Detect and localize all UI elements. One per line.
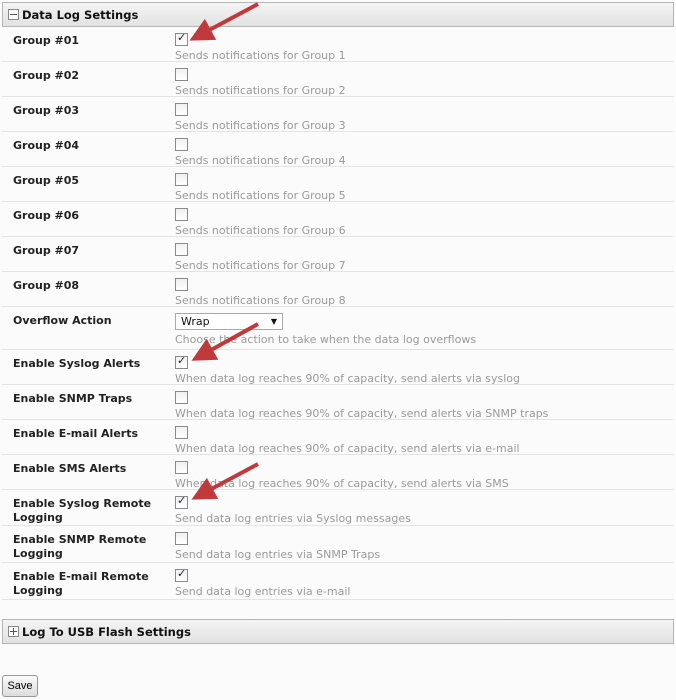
section-title: Data Log Settings	[22, 7, 139, 22]
setting-label: Group #08	[13, 279, 80, 292]
setting-description: Send data log entries via SNMP Traps	[175, 548, 381, 561]
setting-description: Choose the action to take when the data …	[175, 333, 477, 346]
dropdown-arrow-icon: ▼	[270, 317, 277, 326]
setting-checkbox[interactable]	[175, 426, 188, 439]
setting-label: Group #02	[13, 69, 80, 82]
setting-checkbox[interactable]	[175, 243, 188, 256]
setting-description: When data log reaches 90% of capacity, s…	[175, 407, 549, 420]
setting-row: Group #05 Sends notifications for Group …	[2, 167, 674, 202]
section-title: Log To USB Flash Settings	[22, 624, 191, 639]
setting-row: Enable SNMP Traps When data log reaches …	[2, 385, 674, 420]
setting-row: Enable E-mail Alerts When data log reach…	[2, 420, 674, 455]
setting-checkbox[interactable]	[175, 567, 188, 582]
setting-label: Overflow Action	[13, 314, 112, 327]
setting-description: Sends notifications for Group 7	[175, 259, 346, 272]
setting-label: Enable Syslog Alerts	[13, 357, 141, 370]
setting-row: Enable Syslog Remote Logging Send data l…	[2, 490, 674, 526]
setting-description: When data log reaches 90% of capacity, s…	[175, 477, 509, 490]
setting-row: Enable Syslog Alerts When data log reach…	[2, 350, 674, 385]
setting-description: Sends notifications for Group 8	[175, 294, 346, 307]
setting-label: Group #06	[13, 209, 80, 222]
usb-flash-settings-header[interactable]: Log To USB Flash Settings	[2, 619, 674, 644]
setting-label: Group #03	[13, 104, 80, 117]
setting-row: Group #04 Sends notifications for Group …	[2, 132, 674, 167]
setting-label: Enable Syslog Remote Logging	[13, 497, 152, 524]
setting-checkbox[interactable]	[175, 31, 188, 46]
setting-checkbox[interactable]	[175, 532, 188, 545]
save-button[interactable]: Save	[2, 675, 38, 697]
setting-checkbox[interactable]	[175, 391, 188, 404]
setting-row: Group #07 Sends notifications for Group …	[2, 237, 674, 272]
collapse-icon[interactable]	[8, 9, 19, 20]
setting-checkbox[interactable]	[175, 103, 188, 116]
setting-description: Sends notifications for Group 5	[175, 189, 346, 202]
setting-checkbox[interactable]	[175, 138, 188, 151]
setting-label: Enable E-mail Alerts	[13, 427, 139, 440]
setting-description: When data log reaches 90% of capacity, s…	[175, 442, 520, 455]
setting-label: Group #07	[13, 244, 80, 257]
setting-description: Sends notifications for Group 4	[175, 154, 346, 167]
setting-description: When data log reaches 90% of capacity, s…	[175, 372, 521, 385]
setting-label: Group #05	[13, 174, 80, 187]
setting-description: Send data log entries via Syslog message…	[175, 512, 411, 525]
setting-label: Enable SNMP Remote Logging	[13, 533, 147, 560]
setting-description: Sends notifications for Group 6	[175, 224, 346, 237]
setting-row: Overflow Action Wrap ▼ Choose the action t…	[2, 307, 674, 350]
setting-row: Group #03 Sends notifications for Group …	[2, 97, 674, 132]
expand-icon[interactable]	[8, 626, 19, 637]
setting-checkbox[interactable]	[175, 173, 188, 186]
setting-row: Group #08 Sends notifications for Group …	[2, 272, 674, 307]
overflow-action-select[interactable]: Wrap ▼	[175, 313, 283, 330]
setting-checkbox[interactable]	[175, 208, 188, 221]
setting-row: Enable SNMP Remote Logging Send data log…	[2, 526, 674, 563]
setting-label: Enable SNMP Traps	[13, 392, 133, 405]
setting-label: Enable E-mail Remote Logging	[13, 570, 149, 597]
setting-row: Group #06 Sends notifications for Group …	[2, 202, 674, 237]
setting-label: Group #04	[13, 139, 80, 152]
setting-checkbox[interactable]	[175, 461, 188, 474]
setting-description: Sends notifications for Group 1	[175, 49, 346, 62]
setting-description: Sends notifications for Group 3	[175, 119, 346, 132]
data-log-settings-header[interactable]: Data Log Settings	[2, 2, 674, 27]
setting-row: Enable E-mail Remote Logging Send data l…	[2, 563, 674, 600]
setting-description: Send data log entries via e-mail	[175, 585, 351, 598]
setting-checkbox[interactable]	[175, 494, 188, 509]
setting-row: Group #01 Sends notifications for Group …	[2, 27, 674, 62]
setting-checkbox[interactable]	[175, 354, 188, 369]
setting-label: Enable SMS Alerts	[13, 462, 127, 475]
setting-row: Group #02 Sends notifications for Group …	[2, 62, 674, 97]
setting-description: Sends notifications for Group 2	[175, 84, 346, 97]
settings-list: Group #01 Sends notifications for Group …	[2, 27, 674, 600]
setting-checkbox[interactable]	[175, 278, 188, 291]
setting-row: Enable SMS Alerts When data log reaches …	[2, 455, 674, 490]
setting-label: Group #01	[13, 34, 80, 47]
setting-checkbox[interactable]	[175, 68, 188, 81]
